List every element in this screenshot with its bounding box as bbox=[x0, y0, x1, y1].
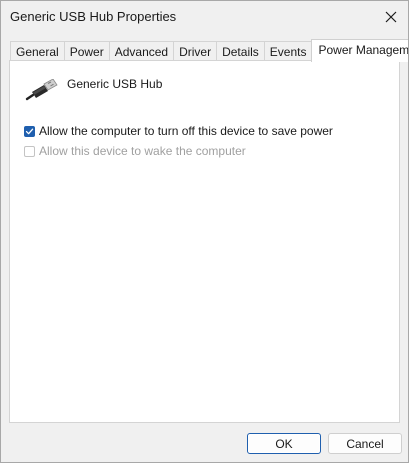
power-management-panel: Generic USB Hub Allow the computer to tu… bbox=[9, 60, 400, 423]
tab-advanced[interactable]: Advanced bbox=[108, 41, 175, 62]
allow-turn-off-checkbox[interactable] bbox=[24, 125, 35, 137]
tab-events[interactable]: Events bbox=[263, 41, 313, 62]
close-button[interactable] bbox=[374, 1, 408, 32]
tab-driver[interactable]: Driver bbox=[173, 41, 218, 62]
tab-strip: General Power Advanced Driver Details Ev… bbox=[10, 39, 408, 62]
allow-wake-option: Allow this device to wake the computer bbox=[24, 143, 246, 159]
allow-wake-checkbox bbox=[24, 145, 35, 157]
tab-power[interactable]: Power bbox=[63, 41, 110, 62]
device-name: Generic USB Hub bbox=[67, 77, 163, 91]
ok-button[interactable]: OK bbox=[247, 433, 321, 454]
window-title: Generic USB Hub Properties bbox=[10, 9, 177, 24]
allow-turn-off-option[interactable]: Allow the computer to turn off this devi… bbox=[24, 123, 333, 139]
tab-general[interactable]: General bbox=[10, 41, 65, 62]
title-bar: Generic USB Hub Properties bbox=[1, 1, 408, 33]
tab-details[interactable]: Details bbox=[216, 41, 265, 62]
usb-plug-icon bbox=[25, 79, 58, 101]
tab-power-management[interactable]: Power Management bbox=[311, 39, 408, 62]
cancel-button[interactable]: Cancel bbox=[328, 433, 402, 454]
properties-dialog: Generic USB Hub Properties General Power… bbox=[0, 0, 409, 463]
checkmark-icon bbox=[25, 128, 34, 134]
close-icon bbox=[385, 11, 397, 22]
allow-turn-off-label[interactable]: Allow the computer to turn off this devi… bbox=[39, 124, 333, 138]
allow-wake-label: Allow this device to wake the computer bbox=[39, 144, 246, 158]
